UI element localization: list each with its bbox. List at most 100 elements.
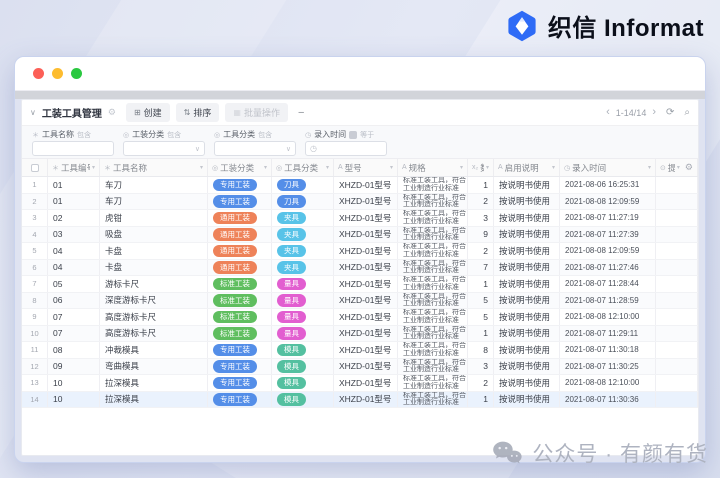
cell-usage-note: 按说明书使用 (494, 259, 560, 275)
chevron-down-icon: ∨ (285, 145, 291, 153)
more-actions-button[interactable]: − (294, 107, 308, 119)
field-type-icon: ＊ (104, 164, 111, 172)
cell-submitter (656, 292, 698, 308)
sort-caret-icon[interactable]: ▾ (390, 164, 393, 171)
cell-usage-note: 按说明书使用 (494, 292, 560, 308)
cell-quantity: 5 (468, 292, 494, 308)
cell-tool-name: 吸盘 (100, 226, 208, 242)
tooling-category-pill: 标准工装 (213, 327, 257, 340)
sort-button[interactable]: ⇅ 排序 (175, 103, 220, 122)
cell-tool-category: 量具 (272, 292, 334, 308)
create-button[interactable]: ⊞ 创建 (125, 103, 170, 122)
table-row[interactable]: 12 09 弯曲模具 专用工装 模具 XHZD-01型号 标准工装工具，符合 工业制造行业标准… (22, 358, 698, 375)
column-header[interactable]: A 规格 ▾ (398, 159, 468, 176)
tooling-category-pill: 通用工装 (213, 261, 257, 274)
batch-actions-button[interactable]: ▦ 批量操作 (225, 103, 288, 122)
tool-category-pill: 夹具 (277, 261, 306, 274)
sort-caret-icon[interactable]: ▾ (92, 164, 95, 171)
refresh-icon[interactable]: ⟳ (666, 107, 674, 118)
sort-caret-icon[interactable]: ▾ (486, 164, 489, 171)
sort-caret-icon[interactable]: ▾ (264, 164, 267, 171)
table-row[interactable]: 9 07 高度游标卡尺 标准工装 量具 XHZD-01型号 标准工装工具，符合 工业制造行业标… (22, 309, 698, 326)
filter-name: 工具分类 (223, 130, 256, 139)
tool-name-filter-input[interactable] (32, 141, 114, 156)
sort-caret-icon[interactable]: ▾ (677, 164, 680, 171)
sort-caret-icon[interactable]: ▾ (648, 164, 651, 171)
cell-entry-time: 2021-08-08 12:09:59 (560, 193, 656, 209)
cell-model: XHZD-01型号 (334, 177, 398, 193)
cell-spec: 标准工装工具，符合 工业制造行业标准 (398, 177, 468, 193)
column-settings-icon[interactable]: ⚙ (685, 162, 693, 173)
select-field-icon: ◎ (123, 131, 130, 139)
brand-logo: 织信 Informat (506, 8, 704, 43)
table-row[interactable]: 13 10 拉深模具 专用工装 模具 XHZD-01型号 标准工装工具，符合 工业制造行业标准… (22, 375, 698, 392)
tool-category-pill: 量具 (277, 277, 306, 290)
cell-tool-category: 夹具 (272, 210, 334, 226)
tool-category-pill: 模具 (277, 360, 306, 373)
cell-usage-note: 按说明书使用 (494, 177, 560, 193)
tooling-category-filter-select[interactable]: ∨ (123, 141, 205, 156)
column-header[interactable]: A 启用说明 ▾ (494, 159, 560, 176)
cell-tool-name: 高度游标卡尺 (100, 325, 208, 341)
maximize-window-dot[interactable] (71, 68, 82, 79)
row-number-cell: 10 (22, 325, 48, 341)
next-page-button[interactable]: › (652, 107, 656, 118)
table-row[interactable]: 11 08 冲裁模具 专用工装 模具 XHZD-01型号 标准工装工具，符合 工业制造行业标准… (22, 342, 698, 359)
column-header[interactable]: ◎ 工装分类 ▾ (208, 159, 272, 176)
sort-caret-icon[interactable]: ▾ (460, 164, 463, 171)
collapse-chevron-icon[interactable]: ∨ (30, 108, 36, 117)
cell-tooling-category: 专用工装 (208, 375, 272, 391)
cell-model: XHZD-01型号 (334, 375, 398, 391)
tooling-category-pill: 专用工装 (213, 178, 257, 191)
table-row[interactable]: 6 04 卡盘 通用工装 夹具 XHZD-01型号 标准工装工具，符合 工业制造行业标准 7 按说… (22, 259, 698, 276)
column-label: 数量 (480, 162, 484, 174)
select-all-checkbox[interactable] (30, 163, 39, 172)
table-row[interactable]: 10 07 高度游标卡尺 标准工装 量具 XHZD-01型号 标准工装工具，符合 工业制造行业… (22, 325, 698, 342)
cell-model: XHZD-01型号 (334, 276, 398, 292)
cell-tooling-category: 专用工装 (208, 391, 272, 407)
cell-spec: 标准工装工具，符合 工业制造行业标准 (398, 226, 468, 242)
minimize-window-dot[interactable] (52, 68, 63, 79)
sort-caret-icon[interactable]: ▾ (200, 164, 203, 171)
cell-tool-category: 量具 (272, 325, 334, 341)
cell-model: XHZD-01型号 (334, 210, 398, 226)
chevron-down-icon: ∨ (194, 145, 200, 153)
table-row[interactable]: 7 05 游标卡尺 标准工装 量具 XHZD-01型号 标准工装工具，符合 工业制造行业标准 1… (22, 276, 698, 293)
sort-caret-icon[interactable]: ▾ (552, 164, 555, 171)
column-header[interactable]: ⊙提交者▾ ⚙ (656, 159, 698, 176)
column-label: 型号 (344, 162, 362, 173)
column-header[interactable]: A 型号 ▾ (334, 159, 398, 176)
cell-tool-code: 03 (48, 226, 100, 242)
filter-name: 工装分类 (132, 130, 165, 139)
search-icon[interactable]: ⌕ (684, 107, 690, 118)
table-row[interactable]: 2 01 车刀 专用工装 刀具 XHZD-01型号 标准工装工具，符合 工业制造行业标准 2 按说… (22, 193, 698, 210)
prev-page-button[interactable]: ‹ (606, 107, 610, 118)
table-row[interactable]: 14 10 拉深模具 专用工装 模具 XHZD-01型号 标准工装工具，符合 工业制造行业标准… (22, 391, 698, 408)
row-select-header-cell (22, 159, 48, 176)
close-window-dot[interactable] (33, 68, 44, 79)
row-number-cell: 1 (22, 177, 48, 193)
cell-submitter (656, 391, 698, 407)
field-type-icon: ◷ (564, 164, 571, 172)
table-row[interactable]: 1 01 车刀 专用工装 刀具 XHZD-01型号 标准工装工具，符合 工业制造行业标准 1 按说… (22, 177, 698, 194)
column-header[interactable]: ＊工具名称 ▾ (100, 159, 208, 176)
column-header[interactable]: x₂数量▾ (468, 159, 494, 176)
sort-caret-icon[interactable]: ▾ (326, 164, 329, 171)
cell-quantity: 1 (468, 391, 494, 407)
spec-line-2: 工业制造行业标准 (403, 316, 459, 324)
cell-submitter (656, 193, 698, 209)
table-row[interactable]: 3 02 虎钳 通用工装 夹具 XHZD-01型号 标准工装工具，符合 工业制造行业标准 3 按说… (22, 210, 698, 227)
tool-category-filter-select[interactable]: ∨ (214, 141, 296, 156)
table-row[interactable]: 4 03 吸盘 通用工装 夹具 XHZD-01型号 标准工装工具，符合 工业制造行业标准 9 按说… (22, 226, 698, 243)
view-settings-icon[interactable]: ⚙ (108, 107, 116, 118)
grid-toolbar: ∨ 工装工具管理 ⚙ ⊞ 创建 ⇅ 排序 ▦ 批量操作 − ‹ 1-14/14 … (22, 100, 698, 126)
entry-time-filter-input[interactable]: ◷ (305, 141, 387, 156)
column-header[interactable]: ＊工具编号▾ (48, 159, 100, 176)
cell-entry-time: 2021-08-07 11:27:19 (560, 210, 656, 226)
table-row[interactable]: 8 06 深度游标卡尺 标准工装 量具 XHZD-01型号 标准工装工具，符合 工业制造行业标… (22, 292, 698, 309)
column-header[interactable]: ◷ 录入时间 ▾ (560, 159, 656, 176)
column-header[interactable]: ◎ 工具分类 ▾ (272, 159, 334, 176)
table-row[interactable]: 5 04 卡盘 通用工装 夹具 XHZD-01型号 标准工装工具，符合 工业制造行业标准 2 按说… (22, 243, 698, 260)
cell-submitter (656, 276, 698, 292)
spec-line-2: 工业制造行业标准 (403, 333, 459, 341)
